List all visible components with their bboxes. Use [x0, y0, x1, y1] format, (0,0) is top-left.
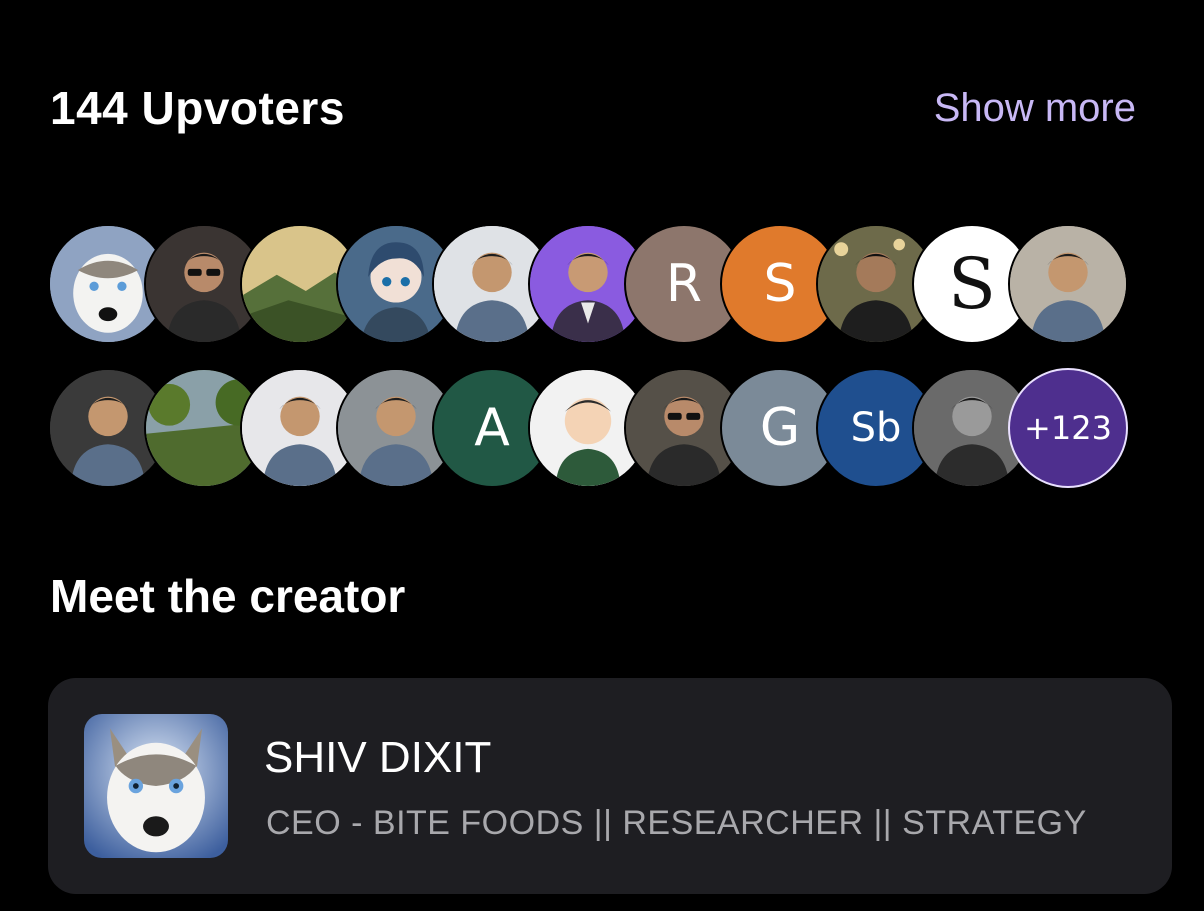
- avatar-initial-text: R: [665, 254, 703, 314]
- creator-role: CEO - BITE FOODS || RESEARCHER || STRATE…: [266, 804, 1087, 842]
- creator-name: SHIV DIXIT: [264, 733, 492, 782]
- avatar-initial-text: A: [474, 398, 510, 458]
- avatar-initial-text: S: [948, 243, 996, 325]
- more-upvoters-badge[interactable]: +123: [1008, 368, 1128, 488]
- upvoter-avatar[interactable]: [1008, 224, 1128, 344]
- avatar-initial-text: S: [763, 254, 797, 314]
- avatar-row-2: A G Sb +123: [48, 368, 1148, 490]
- avatar-initial-text: +123: [1024, 409, 1112, 447]
- creator-card[interactable]: SHIV DIXIT CEO - BITE FOODS || RESEARCHE…: [48, 678, 1172, 894]
- upvoters-avatar-grid: RS S A G Sb +123: [48, 224, 1148, 494]
- young-man-photo-icon: [1010, 226, 1126, 342]
- upvoters-count-title: 144 Upvoters: [50, 82, 345, 134]
- show-more-link[interactable]: Show more: [934, 78, 1136, 138]
- husky-photo-icon: [84, 714, 228, 858]
- avatar-initial-text: Sb: [850, 405, 902, 451]
- avatar-row-1: RS S: [48, 224, 1148, 346]
- upvoters-header: 144 Upvoters Show more: [50, 78, 1136, 138]
- avatar-initial-text: G: [759, 398, 801, 458]
- meet-creator-title: Meet the creator: [50, 570, 406, 622]
